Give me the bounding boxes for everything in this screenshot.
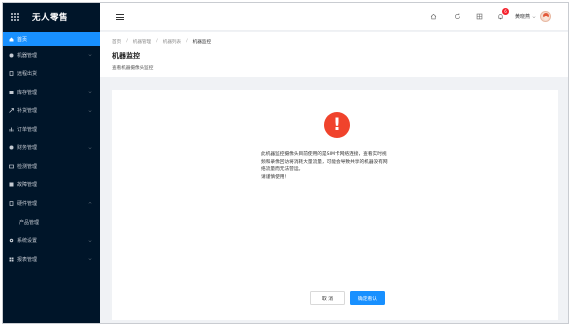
sidebar-item-label: 补货管理 xyxy=(17,108,38,115)
warning-message-line: 请谨慎使用！ xyxy=(261,174,290,180)
top-bar: 6 黄晓燕 xyxy=(100,3,568,31)
app-window: 无人零售 首页 机器管理 远程出货 库存管理 补货管理 订单管理 财务管理 检测… xyxy=(2,2,569,324)
avatar[interactable] xyxy=(540,11,551,22)
sidebar-item-machine[interactable]: 机器管理 xyxy=(3,46,100,65)
home-icon[interactable] xyxy=(430,13,437,20)
breadcrumb-item-current: 机器监控 xyxy=(192,40,212,45)
sidebar-item-label: 订单管理 xyxy=(17,126,38,133)
finance-icon xyxy=(8,145,14,151)
breadcrumb-separator: / xyxy=(126,39,128,44)
breadcrumb-item-machine-list[interactable]: 机器列表 xyxy=(163,39,181,45)
sidebar-item-restock[interactable]: 补货管理 xyxy=(3,102,100,121)
chevron-down-icon xyxy=(88,54,92,57)
chevron-down-icon xyxy=(88,91,92,94)
warning-icon: ! xyxy=(324,112,350,138)
app-title: 无人零售 xyxy=(32,13,69,23)
chevron-down-icon xyxy=(88,109,92,112)
warning-message-line: 频和录像回访将消耗大量流量，可能会导致共享的机器没有网 xyxy=(261,159,388,165)
sidebar-item-label: 硬件管理 xyxy=(17,200,38,207)
breadcrumb-item-machine[interactable]: 机器管理 xyxy=(133,39,151,45)
chevron-down-icon xyxy=(88,146,92,149)
sidebar-item-products[interactable]: 产品管理 xyxy=(3,213,100,232)
warning-message: 此机器监控摄像头目前使用的是SIM卡网络连接，查看实时视 频和录像回访将消耗大量… xyxy=(261,151,416,181)
home-icon xyxy=(8,36,14,42)
chevron-down-icon xyxy=(88,239,92,242)
shipping-icon xyxy=(8,71,14,77)
warning-message-line: 此机器监控摄像头目前使用的是SIM卡网络连接，查看实时视 xyxy=(261,152,387,157)
sidebar-item-inspect[interactable]: 检测管理 xyxy=(3,157,100,176)
report-icon xyxy=(8,256,14,262)
sidebar-item-label: 首页 xyxy=(17,36,28,43)
sidebar-item-home[interactable]: 首页 xyxy=(3,32,100,46)
breadcrumb-item-home[interactable]: 首页 xyxy=(112,39,121,45)
sidebar-item-label: 远程出货 xyxy=(17,71,38,78)
refresh-icon[interactable] xyxy=(454,13,461,20)
sidebar-item-remote-shipping[interactable]: 远程出货 xyxy=(3,65,100,84)
chevron-down-icon xyxy=(88,258,92,261)
sidebar-item-fault[interactable]: 故障管理 xyxy=(3,176,100,195)
chevron-down-icon xyxy=(532,15,536,18)
notification-badge: 6 xyxy=(502,8,509,15)
sidebar-item-settings[interactable]: 系统设置 xyxy=(3,232,100,251)
order-icon xyxy=(8,126,14,132)
cancel-button[interactable]: 取 消 xyxy=(310,291,345,305)
sidebar-item-label: 财务管理 xyxy=(17,145,38,152)
warning-message-line: 络流量而无法营运。 xyxy=(261,167,304,172)
warning-card: ! 此机器监控摄像头目前使用的是SIM卡网络连接，查看实时视 频和录像回访将消耗… xyxy=(112,90,558,320)
chevron-up-icon xyxy=(88,201,92,204)
sidebar-item-label: 检测管理 xyxy=(17,163,38,170)
sidebar-item-label: 系统设置 xyxy=(17,238,38,245)
settings-icon xyxy=(8,238,14,244)
sidebar-item-label: 报表管理 xyxy=(17,256,38,263)
app-grid-icon xyxy=(11,12,20,22)
sidebar-item-label: 库存管理 xyxy=(17,89,38,96)
sidebar-item-hardware[interactable]: 硬件管理 xyxy=(3,194,100,213)
confirm-button[interactable]: 确定看认 xyxy=(350,291,385,305)
sidebar-item-finance[interactable]: 财务管理 xyxy=(3,139,100,158)
sidebar: 无人零售 首页 机器管理 远程出货 库存管理 补货管理 订单管理 财务管理 检测… xyxy=(3,3,100,323)
sidebar-item-inventory[interactable]: 库存管理 xyxy=(3,83,100,102)
sidebar-item-orders[interactable]: 订单管理 xyxy=(3,120,100,139)
sidebar-item-reports[interactable]: 报表管理 xyxy=(3,250,100,269)
inventory-icon xyxy=(8,89,14,95)
logo: 无人零售 xyxy=(3,3,100,31)
inspect-icon xyxy=(8,163,14,169)
main-area: 6 黄晓燕 首页 / 机器管理 / 机器列表 / 机器监控 机器监控 查看机器摄… xyxy=(100,3,568,323)
breadcrumb-separator: / xyxy=(186,39,188,44)
hardware-icon xyxy=(8,200,14,206)
sidebar-item-label: 故障管理 xyxy=(17,182,38,189)
page-subtitle: 查看机器摄像头监控 xyxy=(112,66,154,71)
breadcrumb-separator: / xyxy=(156,39,158,44)
sidebar-menu: 首页 机器管理 远程出货 库存管理 补货管理 订单管理 财务管理 检测管理 故障… xyxy=(3,31,100,269)
fullscreen-icon[interactable] xyxy=(476,13,483,20)
sidebar-item-label: 机器管理 xyxy=(17,52,38,59)
sidebar-item-label: 产品管理 xyxy=(19,219,40,226)
page-title: 机器监控 xyxy=(112,52,140,60)
machine-icon xyxy=(8,52,14,58)
user-name: 黄晓燕 xyxy=(515,14,531,20)
fault-icon xyxy=(8,182,14,188)
restock-icon xyxy=(8,108,14,114)
breadcrumb: 首页 / 机器管理 / 机器列表 / 机器监控 xyxy=(112,39,211,45)
page-header: 首页 / 机器管理 / 机器列表 / 机器监控 机器监控 查看机器摄像头监控 xyxy=(100,32,568,77)
user-menu[interactable]: 黄晓燕 xyxy=(515,13,536,20)
menu-toggle-icon[interactable] xyxy=(116,14,124,20)
